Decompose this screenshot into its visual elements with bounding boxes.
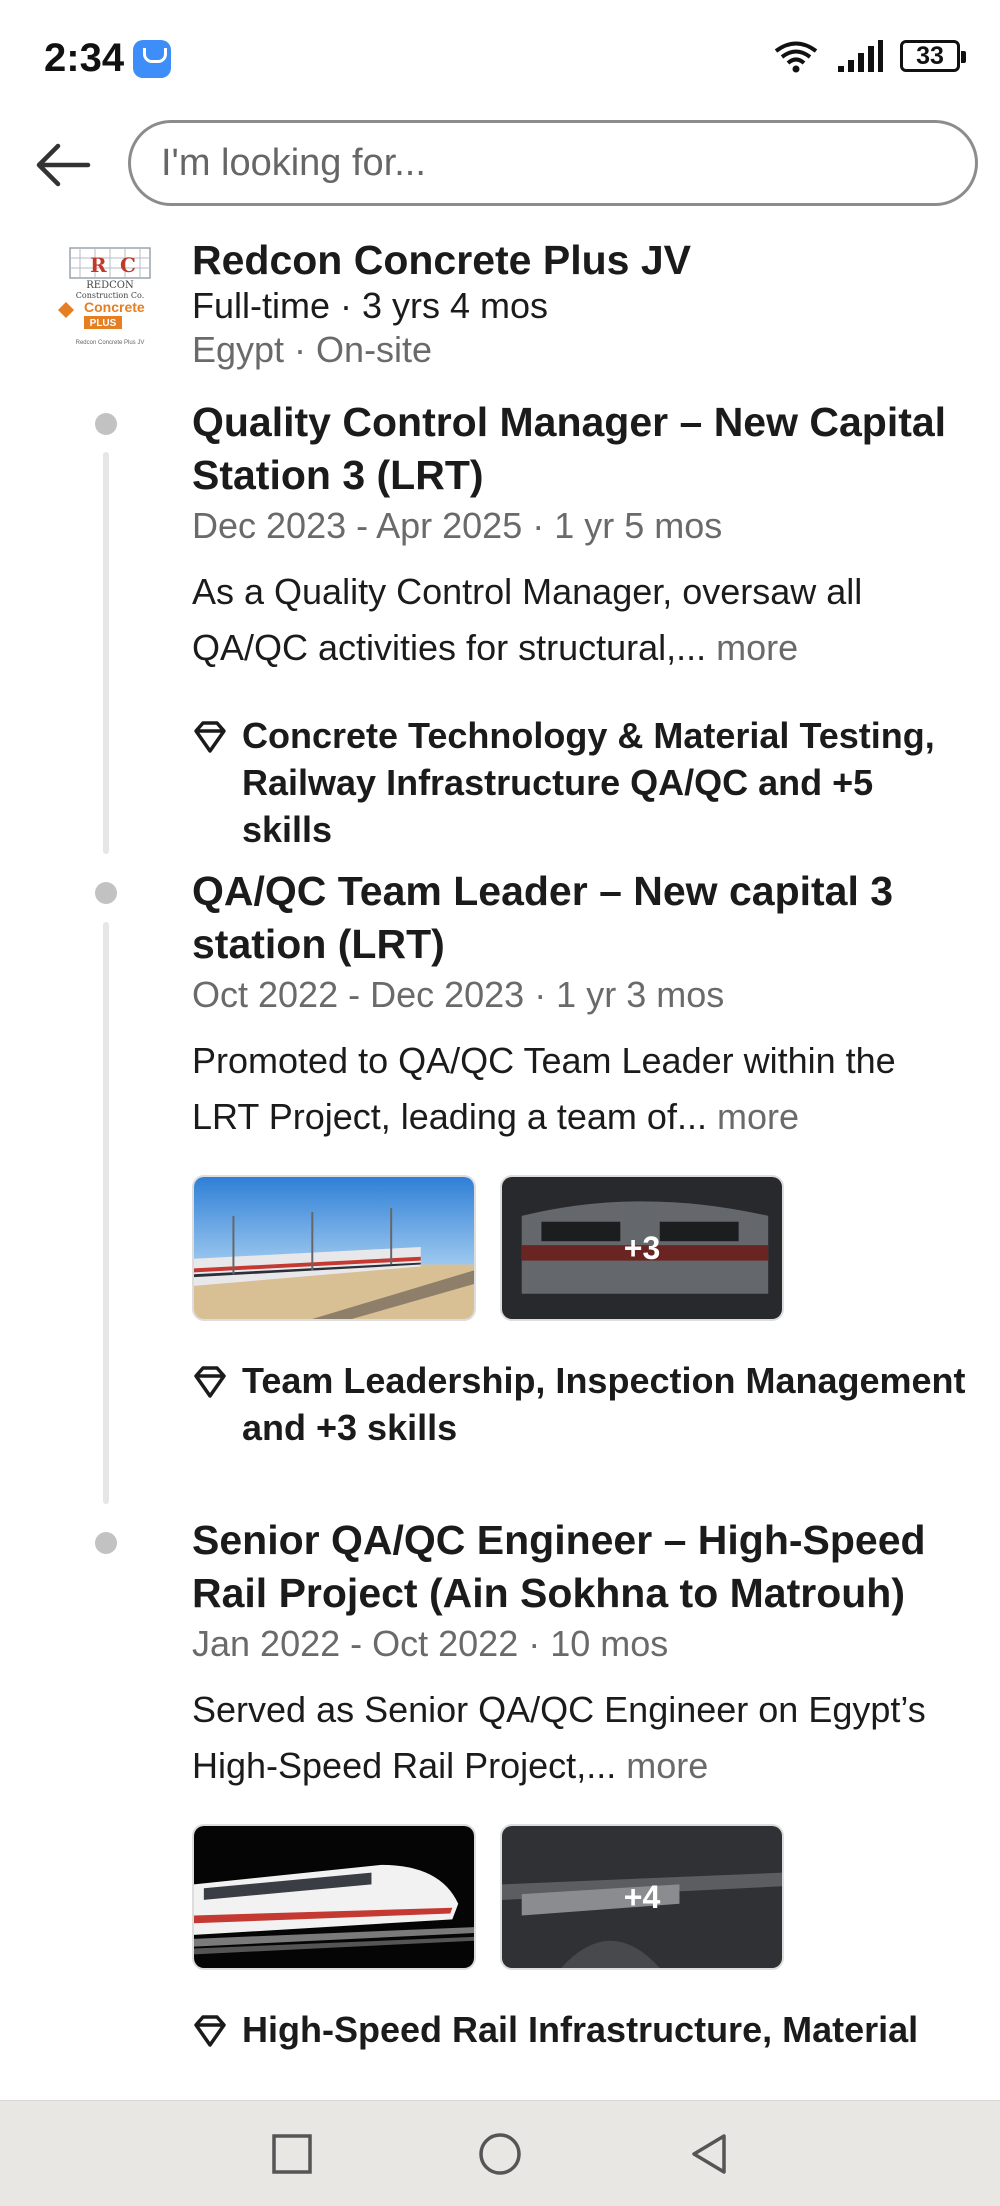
search-placeholder: I'm looking for... xyxy=(161,141,426,184)
system-navigation-bar xyxy=(0,2100,1000,2206)
company-name: Redcon Concrete Plus JV xyxy=(192,237,691,283)
media-row: +4 xyxy=(192,1824,972,1970)
media-thumbnail[interactable] xyxy=(192,1824,476,1970)
skills-text: Concrete Technology & Material Testing, … xyxy=(242,715,935,850)
svg-text:R: R xyxy=(90,253,107,277)
skills-row[interactable]: Concrete Technology & Material Testing, … xyxy=(192,712,972,853)
position-dates: Oct 2022 - Dec 2023 · 1 yr 3 mos xyxy=(192,974,725,1015)
diamond-skills-icon xyxy=(194,2015,226,2047)
position-description: Promoted to QA/QC Team Leader within the… xyxy=(192,1033,972,1145)
back-triangle-icon[interactable] xyxy=(686,2131,732,2177)
app-store-notification-icon xyxy=(133,40,171,78)
see-more-link[interactable]: more xyxy=(717,1096,799,1137)
diamond-skills-icon xyxy=(194,1366,226,1398)
status-time: 2:34 xyxy=(44,36,125,80)
timeline-dot xyxy=(95,882,117,904)
see-more-link[interactable]: more xyxy=(716,627,798,668)
svg-text:REDCON: REDCON xyxy=(86,280,134,291)
recent-apps-icon[interactable] xyxy=(269,2131,315,2177)
media-thumbnail[interactable]: +4 xyxy=(500,1824,784,1970)
status-bar: 2:34 33 xyxy=(0,0,1000,118)
timeline-line xyxy=(103,452,109,854)
cellular-signal-icon xyxy=(838,40,883,72)
position-title: QA/QC Team Leader – New capital 3 statio… xyxy=(192,868,894,967)
position-entry[interactable]: Senior QA/QC Engineer – High-Speed Rail … xyxy=(192,1514,972,2053)
position-dates: Jan 2022 - Oct 2022 · 10 mos xyxy=(192,1623,669,1664)
timeline-line xyxy=(103,922,109,1504)
see-more-link[interactable]: more xyxy=(626,1745,708,1786)
position-dates: Dec 2023 - Apr 2025 · 1 yr 5 mos xyxy=(192,505,723,546)
back-arrow-icon[interactable] xyxy=(30,132,96,198)
high-speed-train-photo xyxy=(194,1826,474,1968)
wifi-icon xyxy=(774,41,818,73)
home-circle-icon[interactable] xyxy=(477,2131,523,2177)
employment-type-duration: Full-time · 3 yrs 4 mos xyxy=(192,285,549,326)
svg-text:C: C xyxy=(120,253,136,277)
skills-row[interactable]: High-Speed Rail Infrastructure, Material xyxy=(192,2006,972,2053)
svg-text:PLUS: PLUS xyxy=(90,318,117,329)
more-media-count: +4 xyxy=(502,1826,782,1968)
position-description: Served as Senior QA/QC Engineer on Egypt… xyxy=(192,1682,972,1794)
timeline-dot xyxy=(95,1532,117,1554)
position-entry[interactable]: QA/QC Team Leader – New capital 3 statio… xyxy=(192,865,972,1451)
lrt-train-photo xyxy=(194,1177,474,1319)
company-info[interactable]: Redcon Concrete Plus JV Full-time · 3 yr… xyxy=(192,236,972,372)
media-thumbnail[interactable]: +3 xyxy=(500,1175,784,1321)
svg-text:Concrete: Concrete xyxy=(84,299,145,315)
media-thumbnail[interactable] xyxy=(192,1175,476,1321)
diamond-skills-icon xyxy=(194,721,226,753)
skills-text: Team Leadership, Inspection Management a… xyxy=(242,1360,966,1448)
skills-text: High-Speed Rail Infrastructure, Material xyxy=(242,2009,919,2050)
company-location: Egypt · On-site xyxy=(192,329,433,370)
company-logo[interactable]: R C REDCON Construction Co. Concrete PLU… xyxy=(50,244,170,354)
timeline-dot xyxy=(95,413,117,435)
more-media-count: +3 xyxy=(502,1177,782,1319)
search-input[interactable]: I'm looking for... xyxy=(128,120,978,206)
description-text: Served as Senior QA/QC Engineer on Egypt… xyxy=(192,1689,926,1786)
position-entry[interactable]: Quality Control Manager – New Capital St… xyxy=(192,396,972,853)
position-title: Senior QA/QC Engineer – High-Speed Rail … xyxy=(192,1517,926,1616)
position-title: Quality Control Manager – New Capital St… xyxy=(192,399,947,498)
status-icons: 33 xyxy=(772,38,966,74)
battery-icon: 33 xyxy=(900,40,966,72)
position-description: As a Quality Control Manager, oversaw al… xyxy=(192,564,972,676)
skills-row[interactable]: Team Leadership, Inspection Management a… xyxy=(192,1357,972,1451)
svg-text:Redcon Concrete Plus JV: Redcon Concrete Plus JV xyxy=(76,340,145,346)
media-row: +3 xyxy=(192,1175,972,1321)
